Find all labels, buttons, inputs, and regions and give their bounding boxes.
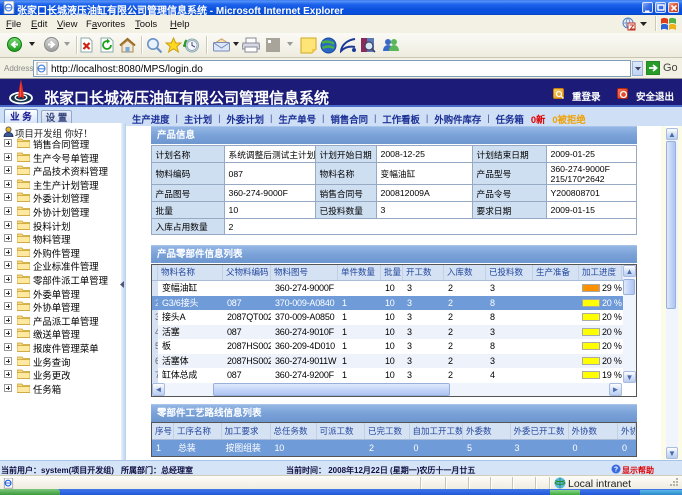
svg-text:?: ? <box>614 467 618 474</box>
